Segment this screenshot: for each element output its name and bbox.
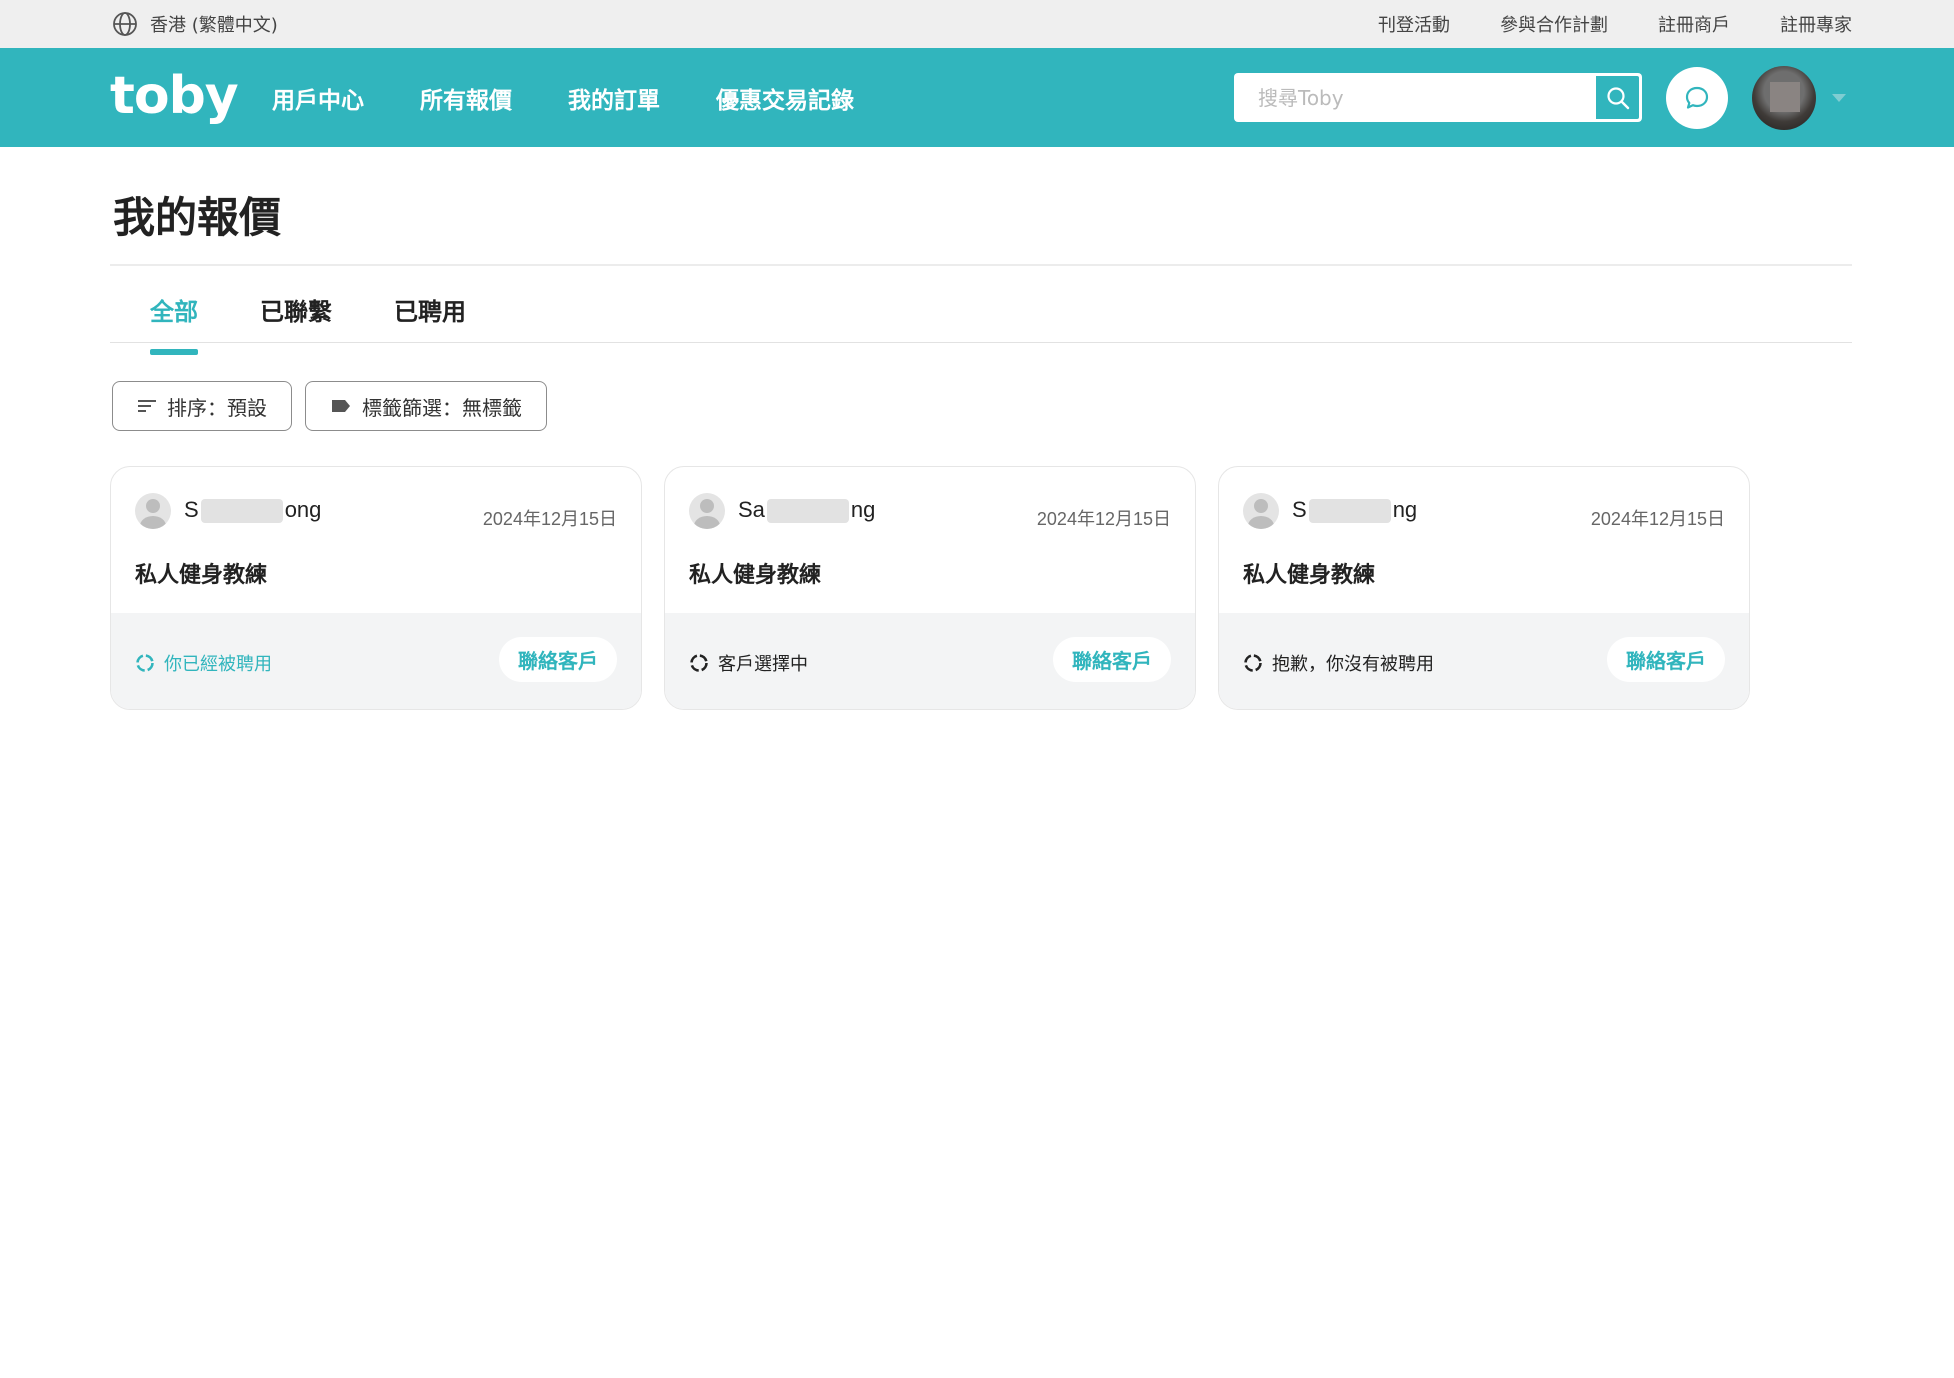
tag-filter-button[interactable]: 標籤篩選：無標籤	[305, 381, 547, 431]
tab-contacted[interactable]: 已聯繫	[260, 292, 332, 355]
utility-bar: 香港 (繁體中文) 刊登活動 參與合作計劃 註冊商戶 註冊專家	[0, 0, 1954, 48]
contact-customer-button[interactable]: 聯絡客戶	[1053, 637, 1171, 682]
quote-card[interactable]: Song 2024年12月15日 私人健身教練 你已經被聘用 聯絡客戶	[110, 466, 642, 710]
status-circle-icon	[136, 654, 154, 672]
nav-deal-records[interactable]: 優惠交易記錄	[716, 81, 854, 115]
page-title: 我的報價	[113, 193, 282, 242]
sort-lines-icon	[138, 400, 156, 412]
tab-hired[interactable]: 已聘用	[394, 292, 466, 355]
main-nav: 用戶中心 所有報價 我的訂單 優惠交易記錄	[272, 48, 854, 147]
customer-avatar	[689, 493, 725, 529]
link-register-expert[interactable]: 註冊專家	[1780, 11, 1852, 37]
status-circle-icon	[1244, 654, 1262, 672]
sort-label: 排序：預設	[167, 395, 267, 420]
quote-cards: Song 2024年12月15日 私人健身教練 你已經被聘用 聯絡客戶 Sa ng…	[110, 466, 1750, 710]
quote-card[interactable]: Sng 2024年12月15日 私人健身教練 抱歉，你沒有被聘用 聯絡客戶	[1218, 466, 1750, 710]
search-button[interactable]	[1594, 74, 1641, 121]
chevron-down-icon[interactable]	[1832, 94, 1846, 102]
search-icon	[1606, 86, 1629, 109]
quote-tabs: 全部 已聯繫 已聘用	[150, 292, 466, 355]
utility-links: 刊登活動 參與合作計劃 註冊商戶 註冊專家	[1378, 10, 1852, 38]
customer-name: Sng	[1292, 497, 1418, 524]
card-header: Sa ng 2024年12月15日 私人健身教練	[665, 467, 1195, 613]
tag-filter-label: 標籤篩選：無標籤	[362, 395, 522, 420]
chat-bubble-icon	[1685, 86, 1709, 109]
tab-all[interactable]: 全部	[150, 292, 198, 355]
status-text: 你已經被聘用	[164, 654, 272, 675]
service-name: 私人健身教練	[135, 563, 268, 588]
customer-name-start: S	[184, 497, 199, 522]
status-text: 客戶選擇中	[718, 654, 808, 675]
main-header: toby 用戶中心 所有報價 我的訂單 優惠交易記錄	[0, 48, 1954, 147]
customer-name-end: ng	[850, 497, 876, 522]
search-input[interactable]	[1234, 73, 1594, 122]
status-badge: 客戶選擇中	[689, 650, 808, 676]
customer-name: Song	[184, 497, 322, 524]
card-header: Song 2024年12月15日 私人健身教練	[111, 467, 641, 613]
quote-date: 2024年12月15日	[482, 509, 617, 529]
customer-avatar	[1243, 493, 1279, 529]
contact-customer-button[interactable]: 聯絡客戶	[1607, 637, 1725, 682]
card-header: Sng 2024年12月15日 私人健身教練	[1219, 467, 1749, 613]
sort-button[interactable]: 排序：預設	[112, 381, 292, 431]
status-badge: 抱歉，你沒有被聘用	[1243, 650, 1434, 676]
search-box	[1234, 73, 1642, 122]
link-partner-program[interactable]: 參與合作計劃	[1500, 11, 1608, 37]
status-text: 抱歉，你沒有被聘用	[1272, 654, 1434, 675]
user-avatar[interactable]	[1752, 66, 1816, 130]
nav-user-center[interactable]: 用戶中心	[272, 81, 364, 115]
customer-name-start: Sa	[738, 497, 765, 522]
service-name: 私人健身教練	[689, 563, 822, 588]
quote-card[interactable]: Sa ng 2024年12月15日 私人健身教練 客戶選擇中 聯絡客戶	[664, 466, 1196, 710]
status-badge: 你已經被聘用	[135, 650, 272, 676]
quote-date: 2024年12月15日	[1590, 509, 1725, 529]
filter-bar: 排序：預設 標籤篩選：無標籤	[112, 381, 547, 431]
link-post-event[interactable]: 刊登活動	[1378, 11, 1450, 37]
card-footer: 你已經被聘用 聯絡客戶	[111, 613, 641, 709]
chat-button[interactable]	[1666, 67, 1728, 129]
quote-date: 2024年12月15日	[1036, 509, 1171, 529]
customer-name-end: ng	[1392, 497, 1418, 522]
service-name: 私人健身教練	[1243, 563, 1376, 588]
redacted-name	[200, 499, 283, 524]
link-register-merchant[interactable]: 註冊商戶	[1658, 11, 1730, 37]
nav-all-quotes[interactable]: 所有報價	[420, 81, 512, 115]
nav-my-orders[interactable]: 我的訂單	[568, 81, 660, 115]
customer-name-end: ong	[284, 497, 322, 522]
toby-logo[interactable]: toby	[110, 66, 239, 126]
contact-customer-button[interactable]: 聯絡客戶	[499, 637, 617, 682]
card-footer: 客戶選擇中 聯絡客戶	[665, 613, 1195, 709]
locale-label: 香港 (繁體中文)	[150, 15, 278, 36]
status-circle-icon	[690, 654, 708, 672]
customer-name-start: S	[1292, 497, 1307, 522]
customer-name: Sa ng	[738, 497, 876, 524]
locale-selector[interactable]: 香港 (繁體中文)	[112, 10, 278, 38]
card-footer: 抱歉，你沒有被聘用 聯絡客戶	[1219, 613, 1749, 709]
globe-icon	[113, 12, 137, 36]
tag-icon	[332, 400, 350, 412]
redacted-name	[1308, 499, 1391, 524]
tabs-divider	[110, 342, 1852, 343]
title-divider	[110, 264, 1852, 266]
customer-avatar	[135, 493, 171, 529]
redacted-name	[766, 499, 849, 524]
